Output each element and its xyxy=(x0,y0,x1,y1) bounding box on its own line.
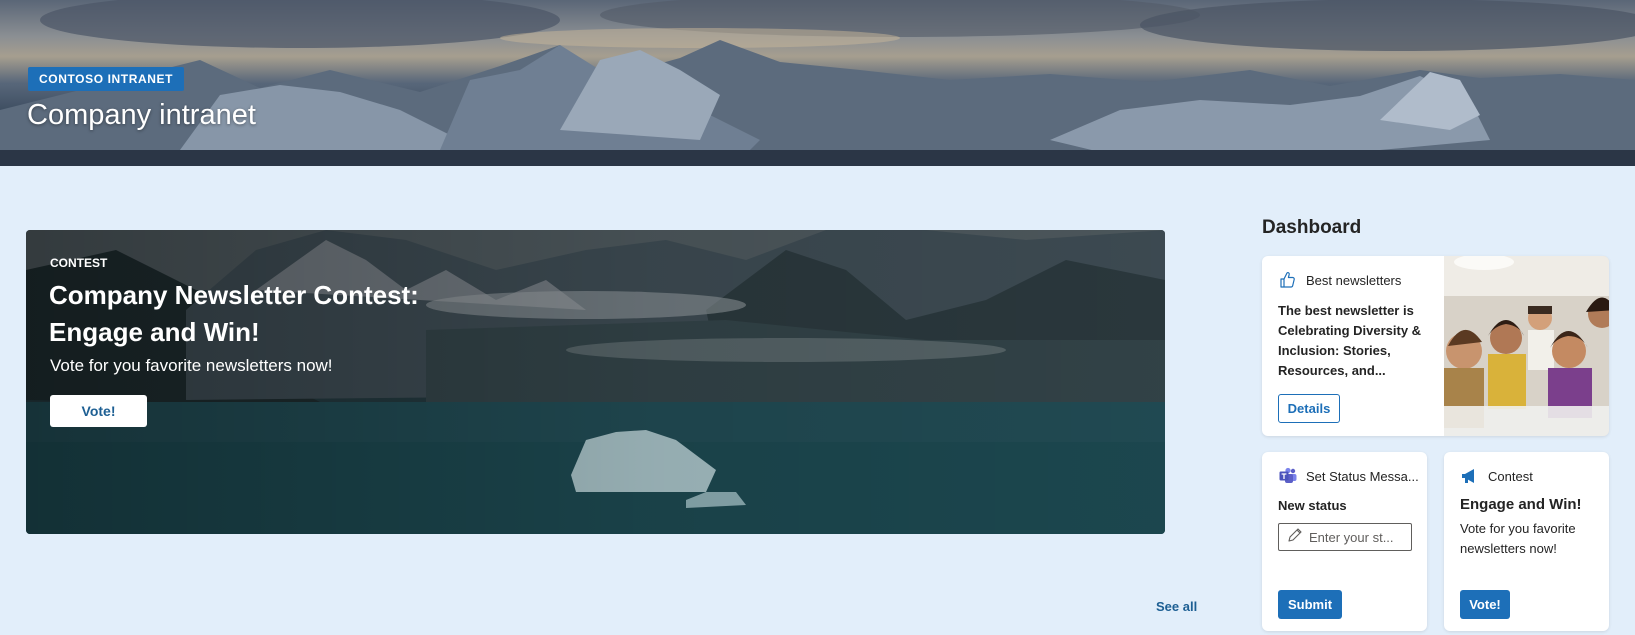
hero-eyebrow: CONTEST xyxy=(50,256,108,270)
set-status-card-title: Set Status Messa... xyxy=(1306,468,1419,484)
hero-subtitle: Vote for you favorite newsletters now! xyxy=(50,356,333,375)
site-header-banner: CONTOSO INTRANET Company intranet xyxy=(0,0,1635,166)
pencil-icon xyxy=(1287,527,1303,548)
details-button[interactable]: Details xyxy=(1278,394,1340,423)
submit-button[interactable]: Submit xyxy=(1278,590,1342,619)
contest-card-header: Contest xyxy=(1460,466,1533,486)
megaphone-icon xyxy=(1460,466,1480,486)
hero-vote-button[interactable]: Vote! xyxy=(50,395,147,427)
dashboard-title: Dashboard xyxy=(1262,217,1362,238)
thumbs-up-icon xyxy=(1278,270,1298,290)
contest-heading: Engage and Win! xyxy=(1460,496,1582,513)
hero-banner: CONTEST Company Newsletter Contest: Enga… xyxy=(26,230,1165,534)
best-newsletters-photo xyxy=(1444,256,1609,436)
status-input-wrapper[interactable] xyxy=(1278,523,1412,551)
teams-icon xyxy=(1278,466,1298,486)
contest-vote-button[interactable]: Vote! xyxy=(1460,590,1510,619)
set-status-card-header: Set Status Messa... xyxy=(1278,466,1419,486)
contest-card-title: Contest xyxy=(1488,468,1533,484)
contest-card[interactable]: Contest Engage and Win! Vote for you fav… xyxy=(1444,452,1609,631)
status-input[interactable] xyxy=(1309,529,1405,545)
best-newsletters-card-title: Best newsletters xyxy=(1306,272,1402,288)
see-all-link[interactable]: See all xyxy=(1156,599,1197,614)
best-newsletters-card[interactable]: Best newsletters The best newsletter is … xyxy=(1262,256,1609,436)
site-title[interactable]: Company intranet xyxy=(27,99,256,132)
banner-background-image xyxy=(0,0,1635,166)
site-tag-badge[interactable]: CONTOSO INTRANET xyxy=(28,67,185,91)
best-newsletters-card-header: Best newsletters xyxy=(1278,270,1401,290)
set-status-card[interactable]: Set Status Messa... New status Submit xyxy=(1262,452,1427,631)
best-newsletters-text: The best newsletter is Celebrating Diver… xyxy=(1278,303,1422,378)
hero-title[interactable]: Company Newsletter Contest: Engage and W… xyxy=(49,277,509,351)
contest-description: Vote for you favorite newsletters now! xyxy=(1460,521,1576,556)
new-status-label: New status xyxy=(1278,498,1347,513)
